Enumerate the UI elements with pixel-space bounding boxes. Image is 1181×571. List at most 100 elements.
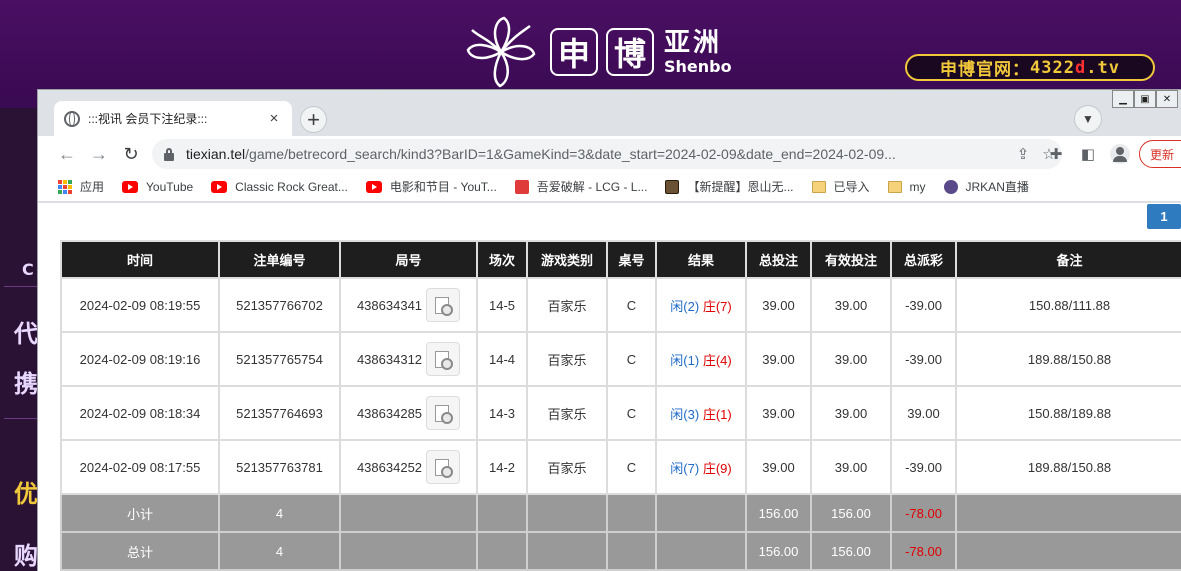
cell-round: 438634285 [339,385,478,441]
bookmark-movies[interactable]: 电影和节目 - YouT... [365,178,497,195]
maximize-icon[interactable]: ▣ [1134,90,1156,108]
cell-payout: -39.00 [890,331,957,387]
youtube-icon [211,180,228,193]
bookmark-classic-rock[interactable]: Classic Rock Great... [211,180,348,194]
tab-bet-records[interactable]: :::视讯 会员下注纪录::: × [54,101,292,136]
cell-bet-id: 521357765754 [218,331,341,387]
header-bet-id: 注单编号 [218,240,341,279]
cell-valid-bet: 39.00 [810,277,892,333]
replay-video-icon[interactable] [426,450,461,484]
brand-english: Shenbo [664,57,732,76]
cell-total-bet: 39.00 [745,439,812,495]
cell-time: 2024-02-09 08:18:34 [60,385,220,441]
cell-table: C [606,439,657,495]
back-arrow-icon[interactable]: ← [56,143,78,165]
bet-records-table: 时间 注单编号 局号 场次 游戏类别 桌号 结果 总投注 有效投注 总派彩 备注… [60,240,1181,571]
bookmark-label: 【新提醒】恩山无... [687,180,794,194]
cell-session: 14-4 [476,331,528,387]
official-site-number: 4322 [1030,57,1075,78]
tab-search-chevron-icon[interactable]: ▼ [1074,105,1102,133]
result-banker: 庄(4) [702,352,732,368]
reload-icon[interactable]: ↻ [120,143,142,165]
subtotal-total-bet: 156.00 [745,493,812,533]
result-player: 闲(7) [670,460,700,476]
round-number: 438634285 [356,405,423,421]
result-banker: 庄(1) [702,406,732,422]
cell-note: 189.88/150.88 [955,439,1181,495]
bookmark-label: my [909,179,926,194]
result-banker: 庄(7) [702,298,732,314]
bookmark-label: YouTube [146,179,194,194]
profile-avatar-icon[interactable] [1110,144,1130,164]
cell-total-bet: 39.00 [745,277,812,333]
replay-video-icon[interactable] [426,396,461,430]
bookmark-apps[interactable]: 应用 [58,178,104,195]
official-site-letter: d [1074,57,1087,78]
bookmark-imported[interactable]: 已导入 [811,178,870,195]
subtotal-valid-bet: 156.00 [810,493,892,533]
header-round: 局号 [339,240,478,279]
result-player: 闲(1) [670,352,700,368]
page-viewport: 1 时间 注单编号 局号 场次 游戏类别 桌号 结果 总投注 有效投注 总派彩 … [38,203,1181,571]
left-menu-char-you[interactable]: 优 [14,474,38,509]
round-number: 438634252 [356,459,423,475]
round-number: 438634341 [356,297,423,313]
side-panel-icon[interactable]: ◧ [1078,144,1098,164]
globe-icon [64,110,80,127]
subtotal-label: 小计 [60,493,220,533]
cell-round: 438634312 [339,331,478,387]
page-number-button[interactable]: 1 [1147,204,1181,229]
table-row: 2024-02-09 08:17:55 521357763781 4386342… [60,439,1181,495]
replay-video-icon[interactable] [426,342,461,376]
header-payout: 总派彩 [890,240,957,279]
brand-region: 亚洲 [664,28,723,58]
cell-note: 189.88/150.88 [955,331,1181,387]
new-tab-button[interactable]: + [300,106,327,133]
bookmark-jrkan[interactable]: JRKAN直播 [943,178,1029,195]
table-row: 2024-02-09 08:19:55 521357766702 4386343… [60,277,1181,333]
bookmark-my[interactable]: my [887,179,926,194]
cell-valid-bet: 39.00 [810,439,892,495]
header-time: 时间 [60,240,220,279]
header-result: 结果 [655,240,747,279]
cell-bet-id: 521357763781 [218,439,341,495]
flower-logo-icon [466,16,536,88]
cell-game: 百家乐 [526,277,608,333]
grandtotal-label: 总计 [60,531,220,571]
grandtotal-valid-bet: 156.00 [810,531,892,571]
left-menu-char-c[interactable]: C [22,260,34,279]
cell-round: 438634252 [339,439,478,495]
close-window-icon[interactable]: ✕ [1156,90,1178,108]
extensions-puzzle-icon[interactable]: ✚ [1046,144,1066,164]
subtotal-count: 4 [218,493,341,533]
tab-close-icon[interactable]: × [266,110,282,127]
lock-icon[interactable] [164,147,174,161]
address-bar[interactable]: tiexian.tel/game/betrecord_search/kind3?… [152,139,1062,169]
url-path: /game/betrecord_search/kind3?BarID=1&Gam… [245,146,896,162]
cell-note: 150.88/111.88 [955,277,1181,333]
bookmark-youtube[interactable]: YouTube [122,180,193,194]
bookmark-right-forum[interactable]: 【新提醒】恩山无... [665,178,794,195]
cell-table: C [606,385,657,441]
official-site-banner[interactable]: 申博官网： 4322 d .tv [905,54,1155,81]
lcg-icon [514,179,529,194]
result-banker: 庄(9) [702,460,732,476]
share-icon[interactable]: ⇪ [1010,141,1036,167]
forward-arrow-icon[interactable]: → [88,143,110,165]
left-menu-char-xie[interactable]: 携 [14,364,38,399]
update-button[interactable]: 更新 [1139,140,1181,168]
cell-result: 闲(7) 庄(9) [655,439,747,495]
replay-video-icon[interactable] [426,288,461,322]
url-text[interactable]: tiexian.tel/game/betrecord_search/kind3?… [186,146,1010,162]
left-menu-char-gou[interactable]: 购 [14,536,38,571]
site-logo[interactable]: 申 博 亚洲 Shenbo [460,14,732,90]
left-menu-char-dai[interactable]: 代 [14,314,38,349]
minimize-icon[interactable]: ▁ [1112,90,1134,108]
cell-round: 438634341 [339,277,478,333]
result-player: 闲(2) [670,298,700,314]
cell-game: 百家乐 [526,385,608,441]
cell-game: 百家乐 [526,439,608,495]
cell-time: 2024-02-09 08:19:55 [60,277,220,333]
bookmark-52pojie[interactable]: 吾爱破解 - LCG - L... [514,178,647,195]
table-row: 2024-02-09 08:19:16 521357765754 4386343… [60,331,1181,387]
